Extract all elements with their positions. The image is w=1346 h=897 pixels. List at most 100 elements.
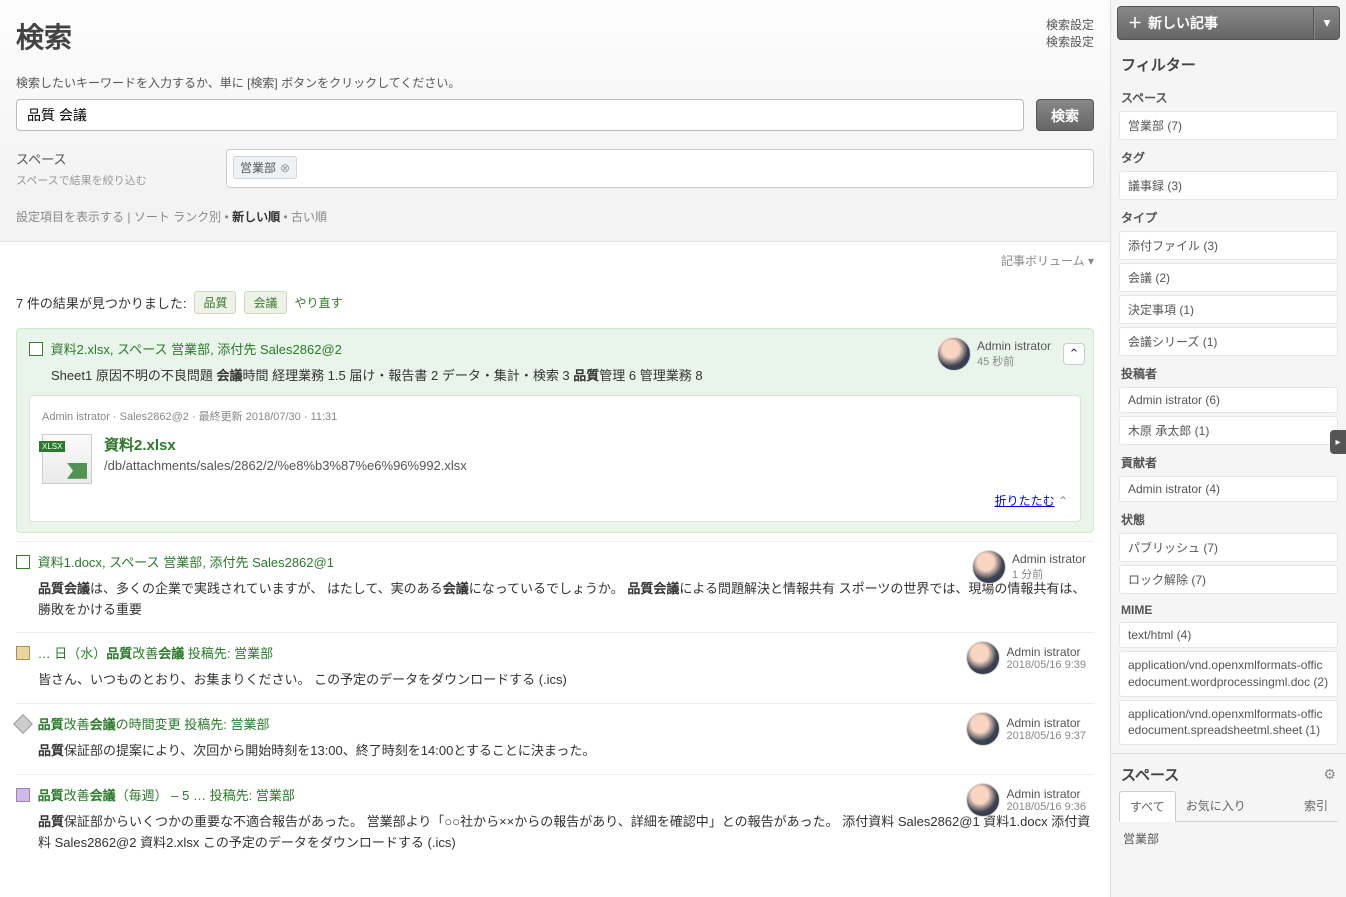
list-icon — [16, 788, 30, 802]
result-excerpt: 品質保証部の提案により、次回から開始時刻を13:00、終了時刻を14:00とする… — [38, 741, 1094, 762]
keyword-tag[interactable]: 品質 — [194, 291, 236, 314]
avatar — [972, 550, 1006, 584]
cal-icon — [16, 646, 30, 660]
new-article-button[interactable]: ＋ 新しい記事 — [1117, 6, 1314, 40]
keyword-tag[interactable]: 会議 — [244, 291, 286, 314]
expand-handle[interactable]: ▸ — [1330, 430, 1346, 454]
collapse-button[interactable]: ⌃ — [1063, 343, 1085, 365]
filter-item[interactable]: application/vnd.openxmlformats-officedoc… — [1119, 700, 1338, 746]
filter-item[interactable]: 木原 承太郎 (1) — [1119, 416, 1338, 445]
spaces-tab-index[interactable]: 索引 — [1294, 791, 1338, 821]
article-volume-toggle[interactable]: 記事ボリューム ▾ — [1001, 254, 1094, 268]
filter-group-heading: 状態 — [1111, 505, 1346, 530]
avatar — [966, 712, 1000, 746]
space-list-item[interactable]: 営業部 — [1111, 826, 1346, 851]
gear-icon[interactable]: ⚙ — [1323, 766, 1336, 783]
filter-item[interactable]: Admin istrator (6) — [1119, 387, 1338, 413]
filter-item[interactable]: Admin istrator (4) — [1119, 476, 1338, 502]
doc-icon — [16, 555, 30, 569]
space-filter-label: スペース — [16, 149, 216, 168]
pin-icon — [13, 714, 33, 734]
result-excerpt: 皆さん、いつものとおり、お集まりください。 この予定のデータをダウンロードする … — [38, 670, 1094, 691]
filter-item[interactable]: 会議シリーズ (1) — [1119, 327, 1338, 356]
search-instruction: 検索したいキーワードを入力するか、単に [検索] ボタンをクリックしてください。 — [16, 74, 1094, 91]
filter-group-heading: タグ — [1111, 143, 1346, 168]
space-filter-sublabel: スペースで結果を絞り込む — [16, 172, 216, 188]
filter-group-heading: 貢献者 — [1111, 448, 1346, 473]
sort-rank[interactable]: ランク別 — [173, 210, 221, 224]
sort-oldest[interactable]: 古い順 — [291, 210, 327, 224]
filter-item[interactable]: application/vnd.openxmlformats-officedoc… — [1119, 651, 1338, 697]
sort-newest[interactable]: 新しい順 — [232, 210, 280, 224]
result-time: 2018/05/16 9:36 — [1006, 801, 1086, 813]
filter-item[interactable]: 営業部 (7) — [1119, 111, 1338, 140]
filter-item[interactable]: 決定事項 (1) — [1119, 295, 1338, 324]
collapse-link[interactable]: 折りたたむ — [995, 494, 1055, 508]
result-author: Admin istrator — [1006, 787, 1086, 801]
search-result: Admin istrator 45 秒前 ⌃ 資料2.xlsx, スペース 営業… — [16, 328, 1094, 533]
sort-label: ソート — [134, 210, 170, 224]
xlsx-icon — [42, 434, 92, 484]
result-title[interactable]: 品質改善会議（毎週） – 5 … 投稿先: 営業部 — [38, 788, 295, 803]
search-result: Admin istrator 2018/05/16 9:36 品質改善会議（毎週… — [16, 774, 1094, 866]
filter-item[interactable]: 議事録 (3) — [1119, 171, 1338, 200]
search-result: Admin istrator 1 分前 資料1.docx, スペース 営業部, … — [16, 541, 1094, 633]
filter-item[interactable]: text/html (4) — [1119, 622, 1338, 648]
filter-item[interactable]: パブリッシュ (7) — [1119, 533, 1338, 562]
spaces-tab-favorites[interactable]: お気に入り — [1176, 791, 1256, 821]
spaces-heading: スペース — [1121, 764, 1179, 785]
space-tag[interactable]: 営業部 ⊗ — [233, 156, 297, 179]
result-title[interactable]: … 日（水）品質改善会議 投稿先: 営業部 — [38, 646, 274, 661]
filter-item[interactable]: ロック解除 (7) — [1119, 565, 1338, 594]
result-meta: Admin istrator · Sales2862@2 · 最終更新 2018… — [42, 408, 1068, 424]
result-author: Admin istrator — [1006, 645, 1086, 659]
attachment-path: /db/attachments/sales/2862/2/%e8%b3%87%e… — [104, 458, 467, 473]
doc-icon — [29, 342, 43, 356]
chevron-up-icon: ⌃ — [1069, 346, 1080, 362]
search-input[interactable] — [16, 99, 1024, 131]
search-settings-link-2[interactable]: 検索設定 — [1046, 33, 1094, 50]
filter-item[interactable]: 添付ファイル (3) — [1119, 231, 1338, 260]
result-author: Admin istrator — [1006, 716, 1086, 730]
show-settings-link[interactable]: 設定項目を表示する — [16, 210, 124, 224]
plus-icon: ＋ — [1128, 13, 1142, 33]
result-excerpt: 品質保証部からいくつかの重要な不適合報告があった。 営業部より「○○社から××か… — [38, 812, 1094, 854]
search-settings-link-1[interactable]: 検索設定 — [1046, 16, 1094, 33]
result-expanded: Admin istrator · Sales2862@2 · 最終更新 2018… — [29, 395, 1081, 522]
search-result: Admin istrator 2018/05/16 9:37 品質改善会議の時間… — [16, 703, 1094, 774]
remove-tag-icon[interactable]: ⊗ — [280, 161, 290, 175]
search-button[interactable]: 検索 — [1036, 99, 1094, 131]
result-time: 2018/05/16 9:37 — [1006, 730, 1086, 742]
search-result: Admin istrator 2018/05/16 9:39 … 日（水）品質改… — [16, 632, 1094, 703]
result-excerpt: 品質会議は、多くの企業で実践されていますが、 はたして、実のある会議になっている… — [38, 579, 1094, 621]
result-author: Admin istrator — [1012, 552, 1086, 566]
spaces-tab-all[interactable]: すべて — [1119, 791, 1176, 822]
filter-heading: フィルター — [1111, 46, 1346, 83]
result-author: Admin istrator — [977, 339, 1051, 353]
new-article-label: 新しい記事 — [1148, 13, 1218, 33]
filter-group-heading: 投稿者 — [1111, 359, 1346, 384]
filter-group-heading: スペース — [1111, 83, 1346, 108]
result-time: 45 秒前 — [977, 353, 1051, 369]
redo-search-link[interactable]: やり直す — [295, 294, 343, 311]
result-title[interactable]: 品質改善会議の時間変更 投稿先: 営業部 — [38, 717, 270, 732]
attachment-name[interactable]: 資料2.xlsx — [104, 434, 467, 455]
avatar — [966, 783, 1000, 817]
page-title: 検索 — [16, 16, 72, 56]
chevron-up-icon: ⌃ — [1058, 494, 1068, 508]
space-filter-input[interactable]: 営業部 ⊗ — [226, 149, 1094, 188]
space-tag-label: 営業部 — [240, 159, 276, 176]
result-time: 2018/05/16 9:39 — [1006, 659, 1086, 671]
avatar — [966, 641, 1000, 675]
new-article-dropdown[interactable]: ▾ — [1314, 6, 1340, 40]
filter-group-heading: MIME — [1111, 597, 1346, 619]
filter-item[interactable]: 会議 (2) — [1119, 263, 1338, 292]
result-excerpt: Sheet1 原因不明の不良問題 会議時間 経理業務 1.5 届け・報告書 2 … — [51, 366, 1081, 387]
avatar — [937, 337, 971, 371]
result-title[interactable]: 資料2.xlsx, スペース 営業部, 添付先 Sales2862@2 — [51, 342, 342, 357]
result-count: 7 件の結果が見つかりました: — [16, 293, 186, 312]
result-time: 1 分前 — [1012, 566, 1086, 582]
result-title[interactable]: 資料1.docx, スペース 営業部, 添付先 Sales2862@1 — [38, 555, 334, 570]
filter-group-heading: タイプ — [1111, 203, 1346, 228]
chevron-down-icon: ▾ — [1324, 15, 1331, 31]
